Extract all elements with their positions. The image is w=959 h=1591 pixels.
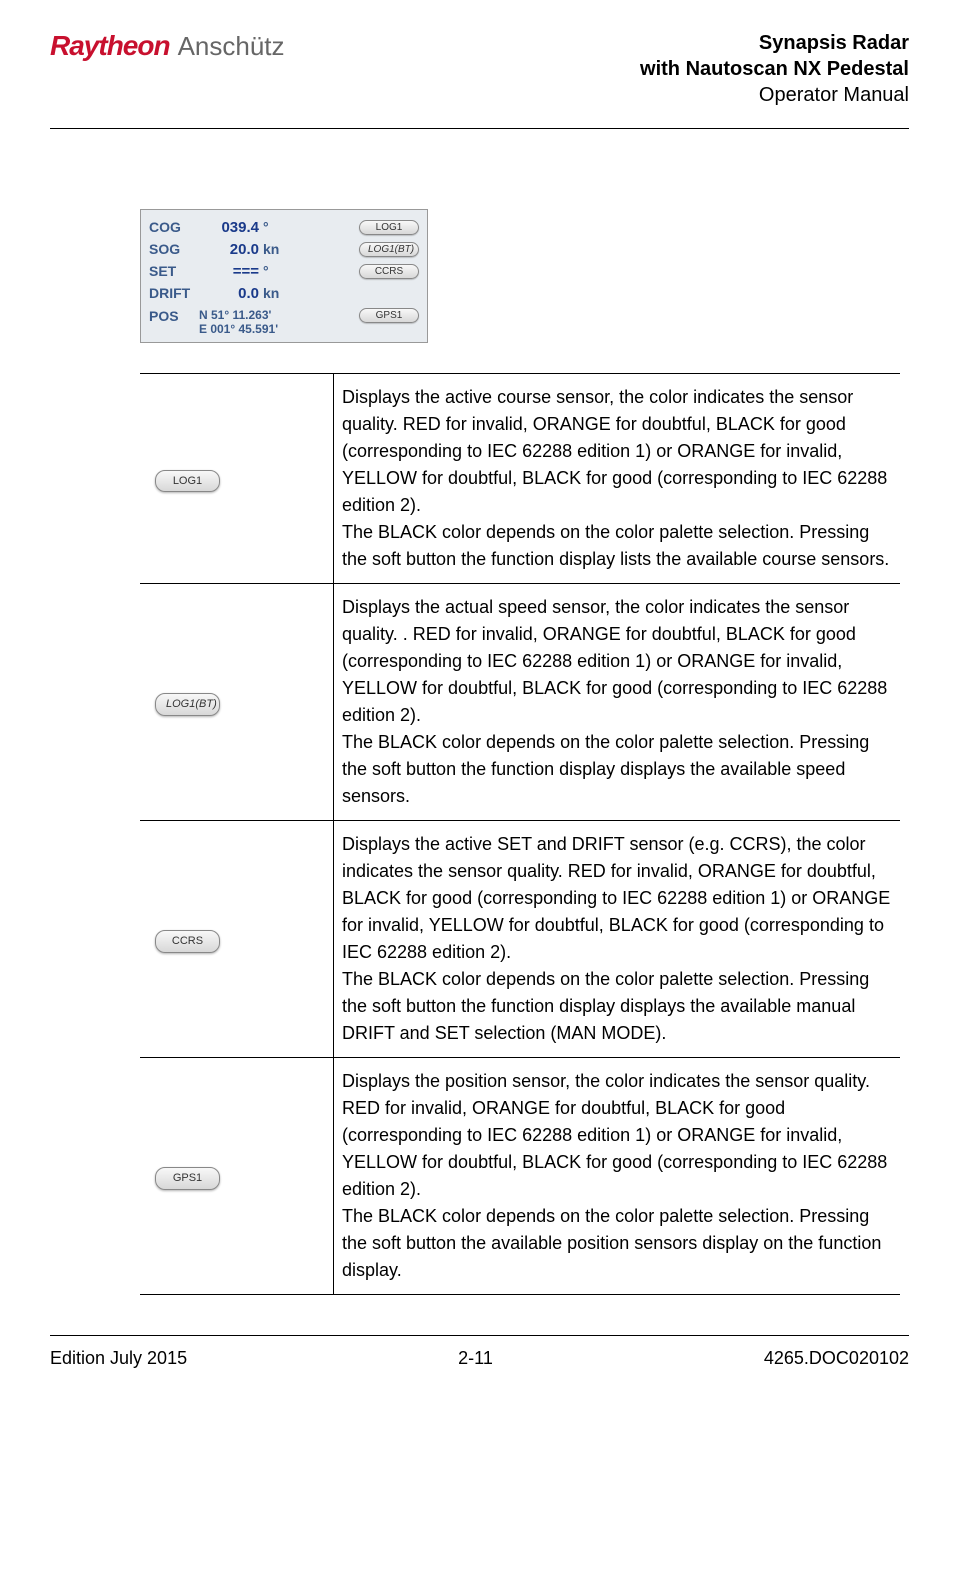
page-footer: Edition July 2015 2-11 4265.DOC020102: [50, 1335, 909, 1369]
table-row: LOG1(BT) Displays the actual speed senso…: [140, 584, 900, 821]
gps1-button[interactable]: GPS1: [359, 308, 419, 323]
radar-unit: kn: [259, 241, 287, 257]
radar-panel: COG 039.4 ° LOG1 SOG 20.0 kn LOG1(BT) SE…: [140, 209, 428, 343]
gps1-button[interactable]: GPS1: [155, 1167, 220, 1190]
description-table: LOG1 Displays the active course sensor, …: [140, 373, 900, 1295]
table-row: LOG1 Displays the active course sensor, …: [140, 374, 900, 584]
ccrs-button[interactable]: CCRS: [155, 930, 220, 953]
log1-button[interactable]: LOG1: [155, 470, 220, 493]
radar-value: 039.4: [199, 219, 259, 236]
description-cell: Displays the actual speed sensor, the co…: [334, 584, 901, 821]
page-header: Raytheon Anschütz Synapsis Radar with Na…: [50, 30, 909, 129]
radar-value: ===: [199, 263, 259, 280]
log1bt-button[interactable]: LOG1(BT): [155, 693, 220, 716]
radar-unit: °: [259, 219, 287, 235]
log1bt-button[interactable]: LOG1(BT): [359, 242, 419, 257]
pos-line2: E 001° 45.591': [199, 322, 278, 336]
header-title-line1: Synapsis Radar: [640, 30, 909, 56]
ccrs-button[interactable]: CCRS: [359, 264, 419, 279]
log1-button[interactable]: LOG1: [359, 220, 419, 235]
pos-line1: N 51° 11.263': [199, 308, 278, 322]
logo-raytheon: Raytheon: [50, 30, 170, 62]
logo: Raytheon Anschütz: [50, 30, 285, 62]
header-title-line3: Operator Manual: [640, 82, 909, 108]
logo-anschutz: Anschütz: [178, 31, 285, 62]
radar-label: SOG: [149, 241, 199, 257]
table-row: GPS1 Displays the position sensor, the c…: [140, 1058, 900, 1295]
radar-label: SET: [149, 263, 199, 279]
footer-page: 2-11: [187, 1348, 764, 1369]
radar-row-cog: COG 039.4 ° LOG1: [149, 216, 419, 238]
description-cell: Displays the active SET and DRIFT sensor…: [334, 821, 901, 1058]
description-cell: Displays the active course sensor, the c…: [334, 374, 901, 584]
footer-edition: Edition July 2015: [50, 1348, 187, 1369]
radar-row-set: SET === ° CCRS: [149, 260, 419, 282]
radar-unit: °: [259, 263, 287, 279]
radar-value: 0.0: [199, 285, 259, 302]
description-cell: Displays the position sensor, the color …: [334, 1058, 901, 1295]
radar-label: DRIFT: [149, 285, 199, 301]
radar-label: COG: [149, 219, 199, 235]
radar-value: 20.0: [199, 241, 259, 258]
radar-label: POS: [149, 308, 199, 336]
header-title-line2: with Nautoscan NX Pedestal: [640, 56, 909, 82]
footer-doc: 4265.DOC020102: [764, 1348, 909, 1369]
header-title: Synapsis Radar with Nautoscan NX Pedesta…: [640, 30, 909, 108]
radar-row-sog: SOG 20.0 kn LOG1(BT): [149, 238, 419, 260]
radar-row-pos: POS N 51° 11.263' E 001° 45.591' GPS1: [149, 308, 419, 336]
radar-unit: kn: [259, 285, 287, 301]
radar-row-drift: DRIFT 0.0 kn: [149, 282, 419, 304]
table-row: CCRS Displays the active SET and DRIFT s…: [140, 821, 900, 1058]
